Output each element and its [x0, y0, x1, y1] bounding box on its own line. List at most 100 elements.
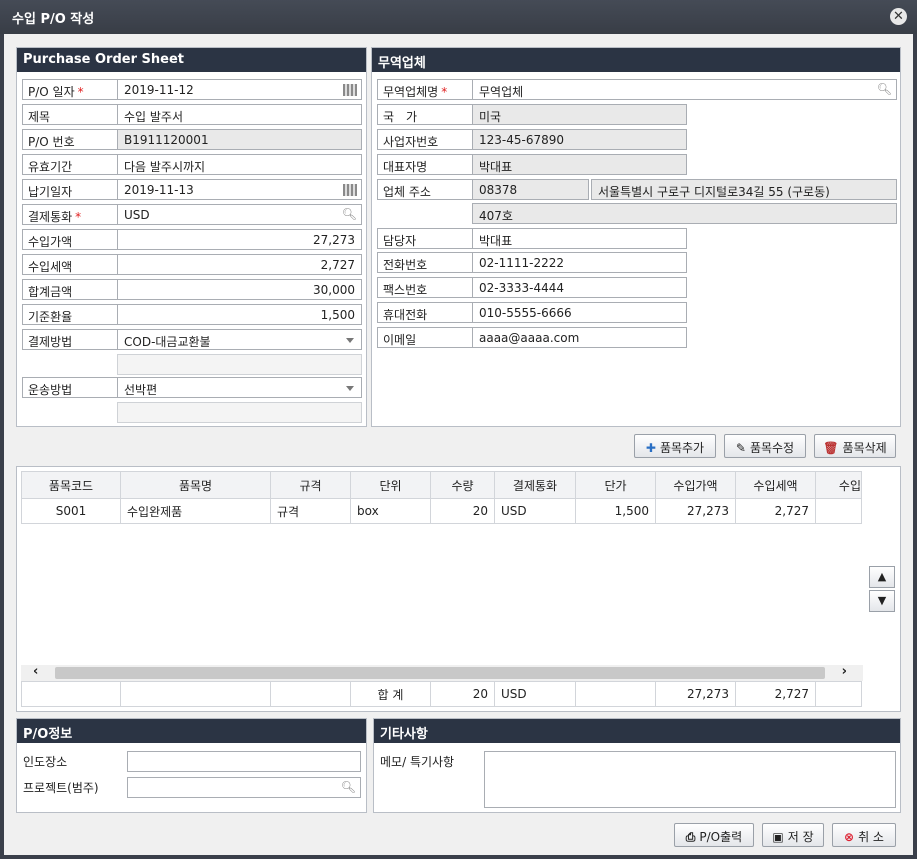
import-amount-field[interactable]: 27,273 [117, 229, 362, 250]
validity-label: 유효기간 [22, 154, 118, 175]
qty-cell[interactable]: 20 [430, 498, 495, 524]
delivery-date-field[interactable]: 2019-11-13 [117, 179, 362, 200]
memo-field[interactable] [484, 751, 896, 808]
po-date-label: P/O 일자 * [22, 79, 118, 100]
totals-qty: 20 [430, 681, 495, 707]
delivery-date-label: 납기일자 [22, 179, 118, 200]
cancel-button[interactable]: ⊗ 취 소 [832, 823, 896, 847]
tax-cell[interactable]: 2,727 [735, 498, 816, 524]
column-header[interactable]: 단가 [575, 471, 656, 499]
totals-table: 합 계 20 USD 27,273 2,727 [21, 681, 862, 707]
shipping-method-select[interactable]: 선박편 [117, 377, 362, 398]
move-down-button[interactable]: ▼ [869, 590, 895, 612]
import-tax-field[interactable]: 2,727 [117, 254, 362, 275]
business-number-label: 사업자번호 [377, 129, 473, 150]
totals-row: 합 계 20 USD 27,273 2,727 [21, 681, 862, 707]
delivery-place-label: 인도장소 [23, 755, 68, 769]
totals-currency: USD [494, 681, 576, 707]
column-header[interactable]: 수입세액 [735, 471, 816, 499]
calendar-icon[interactable] [343, 184, 357, 196]
save-icon: ▣ [772, 830, 784, 844]
totals-amount: 27,273 [655, 681, 736, 707]
column-header[interactable]: 품목코드 [21, 471, 121, 499]
cancel-icon: ⊗ [844, 830, 855, 844]
currency-field[interactable]: USD 🔍︎ [117, 204, 362, 225]
zipcode-field: 08378 [472, 179, 589, 200]
plus-icon: ✚ [645, 441, 656, 455]
mobile-field[interactable]: 010-5555-6666 [472, 302, 687, 323]
country-field: 미국 [472, 104, 687, 125]
edit-item-button[interactable]: ✎ 품목수정 [724, 434, 806, 458]
print-po-button[interactable]: ⎙ P/O출력 [674, 823, 754, 847]
po-number-field: B1911120001 [117, 129, 362, 150]
subject-label: 제목 [22, 104, 118, 125]
unit-price-cell[interactable]: 1,500 [575, 498, 656, 524]
close-icon[interactable]: ✕ [890, 8, 907, 25]
currency-cell[interactable]: USD [494, 498, 576, 524]
trash-icon: 🗑︎ [823, 441, 839, 455]
delivery-place-field[interactable] [127, 751, 361, 772]
project-field[interactable]: 🔍︎ [127, 777, 361, 798]
save-button[interactable]: ▣ 저 장 [762, 823, 824, 847]
column-header[interactable]: 수량 [430, 471, 495, 499]
column-header[interactable]: 수입 [815, 471, 862, 499]
representative-field: 박대표 [472, 154, 687, 175]
item-code-cell[interactable]: S001 [21, 498, 121, 524]
scroll-left-icon[interactable]: ‹ [33, 664, 38, 679]
dialog-body: Purchase Order Sheet P/O 일자 * 2019-11-12 … [4, 34, 913, 855]
add-item-button[interactable]: ✚ 품목추가 [634, 434, 716, 458]
window-title-text: 수입 P/O 작성 [12, 12, 95, 27]
exchange-rate-field[interactable]: 1,500 [117, 304, 362, 325]
amount-cell[interactable]: 27,273 [655, 498, 736, 524]
payment-method-extra-field[interactable] [117, 354, 362, 375]
column-header[interactable]: 단위 [350, 471, 431, 499]
email-field[interactable]: aaaa@aaaa.com [472, 327, 687, 348]
search-icon[interactable]: 🔍︎ [877, 82, 892, 96]
printer-icon: ⎙ [685, 830, 696, 844]
move-up-button[interactable]: ▲ [869, 566, 895, 588]
totals-tax: 2,727 [735, 681, 816, 707]
po-sheet-header: Purchase Order Sheet [17, 48, 366, 72]
fax-field[interactable]: 02-3333-4444 [472, 277, 687, 298]
payment-method-label: 결제방법 [22, 329, 118, 350]
spec-cell[interactable]: 규격 [270, 498, 351, 524]
import-amount-label: 수입가액 [22, 229, 118, 250]
validity-field[interactable]: 다음 발주시까지 [117, 154, 362, 175]
delete-item-button[interactable]: 🗑︎ 품목삭제 [814, 434, 896, 458]
import-tax-label: 수입세액 [22, 254, 118, 275]
search-icon[interactable]: 🔍︎ [341, 780, 356, 794]
vendor-panel: 무역업체 무역업체명 * 무역업체 🔍︎ 국 가 미국 사업자번호 123-45-6… [371, 47, 901, 427]
po-sheet-panel: Purchase Order Sheet P/O 일자 * 2019-11-12 … [16, 47, 367, 427]
column-header[interactable]: 규격 [270, 471, 351, 499]
item-name-cell[interactable]: 수입완제품 [120, 498, 271, 524]
po-info-panel: P/O정보 인도장소 프로젝트(범주) 🔍︎ [16, 718, 367, 813]
scroll-right-icon[interactable]: › [842, 664, 847, 679]
calendar-icon[interactable] [343, 84, 357, 96]
shipping-method-label: 운송방법 [22, 377, 118, 398]
totals-label: 합 계 [350, 681, 431, 707]
vendor-name-field[interactable]: 무역업체 🔍︎ [472, 79, 897, 100]
po-date-field[interactable]: 2019-11-12 [117, 79, 362, 100]
address-detail-field: 407호 [472, 203, 897, 224]
search-icon[interactable]: 🔍︎ [342, 207, 357, 221]
column-header[interactable]: 수입가액 [655, 471, 736, 499]
total-amount-field[interactable]: 30,000 [117, 279, 362, 300]
shipping-method-extra-field[interactable] [117, 402, 362, 423]
horizontal-scrollbar[interactable]: ‹ › [21, 664, 863, 681]
chevron-down-icon [346, 338, 354, 343]
column-header[interactable]: 결제통화 [494, 471, 576, 499]
phone-field[interactable]: 02-1111-2222 [472, 252, 687, 273]
address-field: 서울특별시 구로구 디지털로34길 55 (구로동) [591, 179, 897, 200]
contact-person-label: 담당자 [377, 228, 473, 249]
scrollbar-thumb[interactable] [55, 667, 825, 679]
subject-field[interactable]: 수입 발주서 [117, 104, 362, 125]
vendor-name-label: 무역업체명 * [377, 79, 473, 100]
contact-person-field[interactable]: 박대표 [472, 228, 687, 249]
column-header[interactable]: 품목명 [120, 471, 271, 499]
extra-cell[interactable] [815, 498, 862, 524]
representative-label: 대표자명 [377, 154, 473, 175]
table-row[interactable]: S001 수입완제품 규격 box 20 USD 1,500 27,273 2,… [21, 498, 862, 524]
po-info-header: P/O정보 [17, 719, 366, 743]
unit-cell[interactable]: box [350, 498, 431, 524]
payment-method-select[interactable]: COD-대금교환불 [117, 329, 362, 350]
